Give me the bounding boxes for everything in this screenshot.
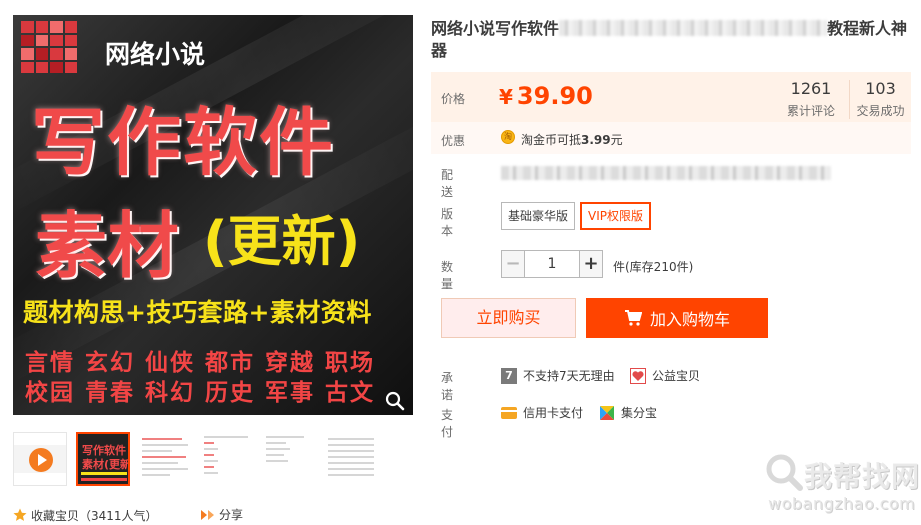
price-label: 价格 bbox=[441, 92, 466, 106]
charity-badge[interactable]: 公益宝贝 bbox=[630, 367, 700, 384]
thumbnail-1[interactable]: 写作软件 素材(更新) bbox=[76, 432, 130, 486]
thumbnail-2[interactable] bbox=[138, 432, 192, 486]
image-headline-2: 素材 bbox=[35, 204, 180, 288]
seven-day-icon: 7 bbox=[501, 367, 517, 384]
watermark-text: 我帮找网 bbox=[804, 460, 921, 493]
shipping-label: 配送 bbox=[441, 168, 454, 199]
cart-icon bbox=[624, 310, 642, 326]
buy-now-button[interactable]: 立即购买 bbox=[441, 298, 576, 338]
product-main-image[interactable]: 网络小说 写作软件 素材 (更新) 题材构思+技巧套路+素材资料 言情 玄幻 仙… bbox=[13, 15, 413, 415]
image-headline-3: (更新) bbox=[203, 210, 361, 273]
no-7-day-return-label: 不支持7天无理由 bbox=[523, 369, 615, 383]
image-tag-text: 网络小说 bbox=[105, 40, 206, 69]
version-option-basic[interactable]: 基础豪华版 bbox=[501, 202, 576, 230]
favorite-link[interactable]: 收藏宝贝（3411人气） bbox=[13, 507, 158, 524]
payment-label: 支付 bbox=[441, 408, 454, 439]
image-genres-row-2: 校园 青春 科幻 历史 军事 古文 bbox=[25, 380, 376, 406]
product-title: 网络小说写作软件 教程新人神器 bbox=[431, 18, 911, 62]
title-prefix: 网络小说写作软件 bbox=[431, 19, 560, 38]
watermark-url: wobangzhao.com bbox=[768, 494, 916, 513]
promise-label: 承诺 bbox=[441, 371, 454, 402]
image-genres-row-1: 言情 玄幻 仙侠 都市 穿越 职场 bbox=[25, 350, 376, 376]
quantity-stepper: − + bbox=[501, 250, 603, 280]
watermark: 我帮找网 wobangzhao.com bbox=[760, 452, 920, 522]
star-icon bbox=[13, 508, 27, 521]
zoom-icon[interactable] bbox=[385, 391, 405, 411]
play-icon bbox=[29, 448, 53, 472]
thumbnail-5[interactable] bbox=[324, 432, 378, 486]
share-link[interactable]: 分享 bbox=[199, 506, 243, 523]
version-option-vip[interactable]: VIP权限版 bbox=[580, 202, 651, 230]
shipping-redacted bbox=[501, 166, 831, 180]
sales-stat: 103 交易成功 bbox=[849, 80, 905, 119]
sales-label: 交易成功 bbox=[856, 104, 905, 118]
image-headline-1: 写作软件 bbox=[31, 100, 335, 186]
thumbnail-video[interactable] bbox=[13, 432, 67, 486]
quantity-input[interactable] bbox=[525, 250, 579, 278]
reviews-label: 累计评论 bbox=[786, 104, 835, 118]
reviews-count: 1261 bbox=[790, 79, 832, 98]
thumbnail-1-line-2: 素材(更新) bbox=[82, 458, 130, 471]
discount-panel: 优惠 淘 淘金币可抵3.99元 bbox=[431, 122, 911, 154]
discount-text-suffix: 元 bbox=[610, 133, 623, 147]
share-label: 分享 bbox=[219, 508, 244, 522]
price-value: ¥39.90 bbox=[499, 82, 593, 110]
thumbnail-4[interactable] bbox=[262, 432, 316, 486]
decrease-button[interactable]: − bbox=[501, 250, 525, 278]
jifenbao-icon bbox=[600, 405, 614, 420]
title-redacted bbox=[559, 20, 828, 36]
pixelated-logo bbox=[21, 21, 77, 73]
thumbnail-1-bar bbox=[81, 478, 127, 481]
image-slogan: 题材构思+技巧套路+素材资料 bbox=[23, 298, 372, 327]
discount-text-prefix: 淘金币可抵 bbox=[521, 133, 582, 147]
credit-card-icon bbox=[501, 406, 517, 419]
taobao-coin-icon: 淘 bbox=[501, 130, 515, 144]
discount-text: 淘金币可抵3.99元 bbox=[521, 131, 623, 148]
currency-symbol: ¥ bbox=[499, 85, 513, 109]
thumbnail-strip: 写作软件 素材(更新) bbox=[13, 432, 413, 488]
heart-icon bbox=[630, 367, 646, 384]
thumbnail-3[interactable] bbox=[200, 432, 254, 486]
price-amount: 39.90 bbox=[516, 82, 593, 110]
add-to-cart-label: 加入购物车 bbox=[649, 310, 730, 329]
increase-button[interactable]: + bbox=[579, 250, 603, 278]
discount-label: 优惠 bbox=[441, 134, 466, 148]
add-to-cart-button[interactable]: 加入购物车 bbox=[586, 298, 768, 338]
charity-label: 公益宝贝 bbox=[652, 369, 701, 383]
reviews-stat[interactable]: 1261 累计评论 bbox=[785, 80, 837, 119]
stock-text: 件(库存210件) bbox=[613, 260, 694, 274]
price-panel: 价格 ¥39.90 1261 累计评论 103 交易成功 bbox=[431, 72, 911, 122]
thumbnail-1-bar bbox=[81, 472, 127, 475]
credit-card-payment[interactable]: 信用卡支付 bbox=[501, 404, 583, 421]
jifenbao-payment[interactable]: 集分宝 bbox=[599, 404, 657, 421]
favorite-label: 收藏宝贝（3411人气） bbox=[31, 508, 158, 523]
credit-card-label: 信用卡支付 bbox=[523, 406, 584, 420]
jifenbao-label: 集分宝 bbox=[621, 406, 658, 420]
no-7-day-return-badge[interactable]: 7 不支持7天无理由 bbox=[501, 367, 615, 384]
quantity-label: 数量 bbox=[441, 260, 454, 291]
version-label: 版本 bbox=[441, 207, 454, 238]
gallery-actions: 收藏宝贝（3411人气） 分享 bbox=[13, 506, 243, 524]
sales-count: 103 bbox=[865, 79, 896, 98]
magnifier-icon bbox=[766, 454, 803, 491]
share-icon bbox=[201, 509, 214, 520]
discount-amount: 3.99 bbox=[581, 133, 611, 147]
